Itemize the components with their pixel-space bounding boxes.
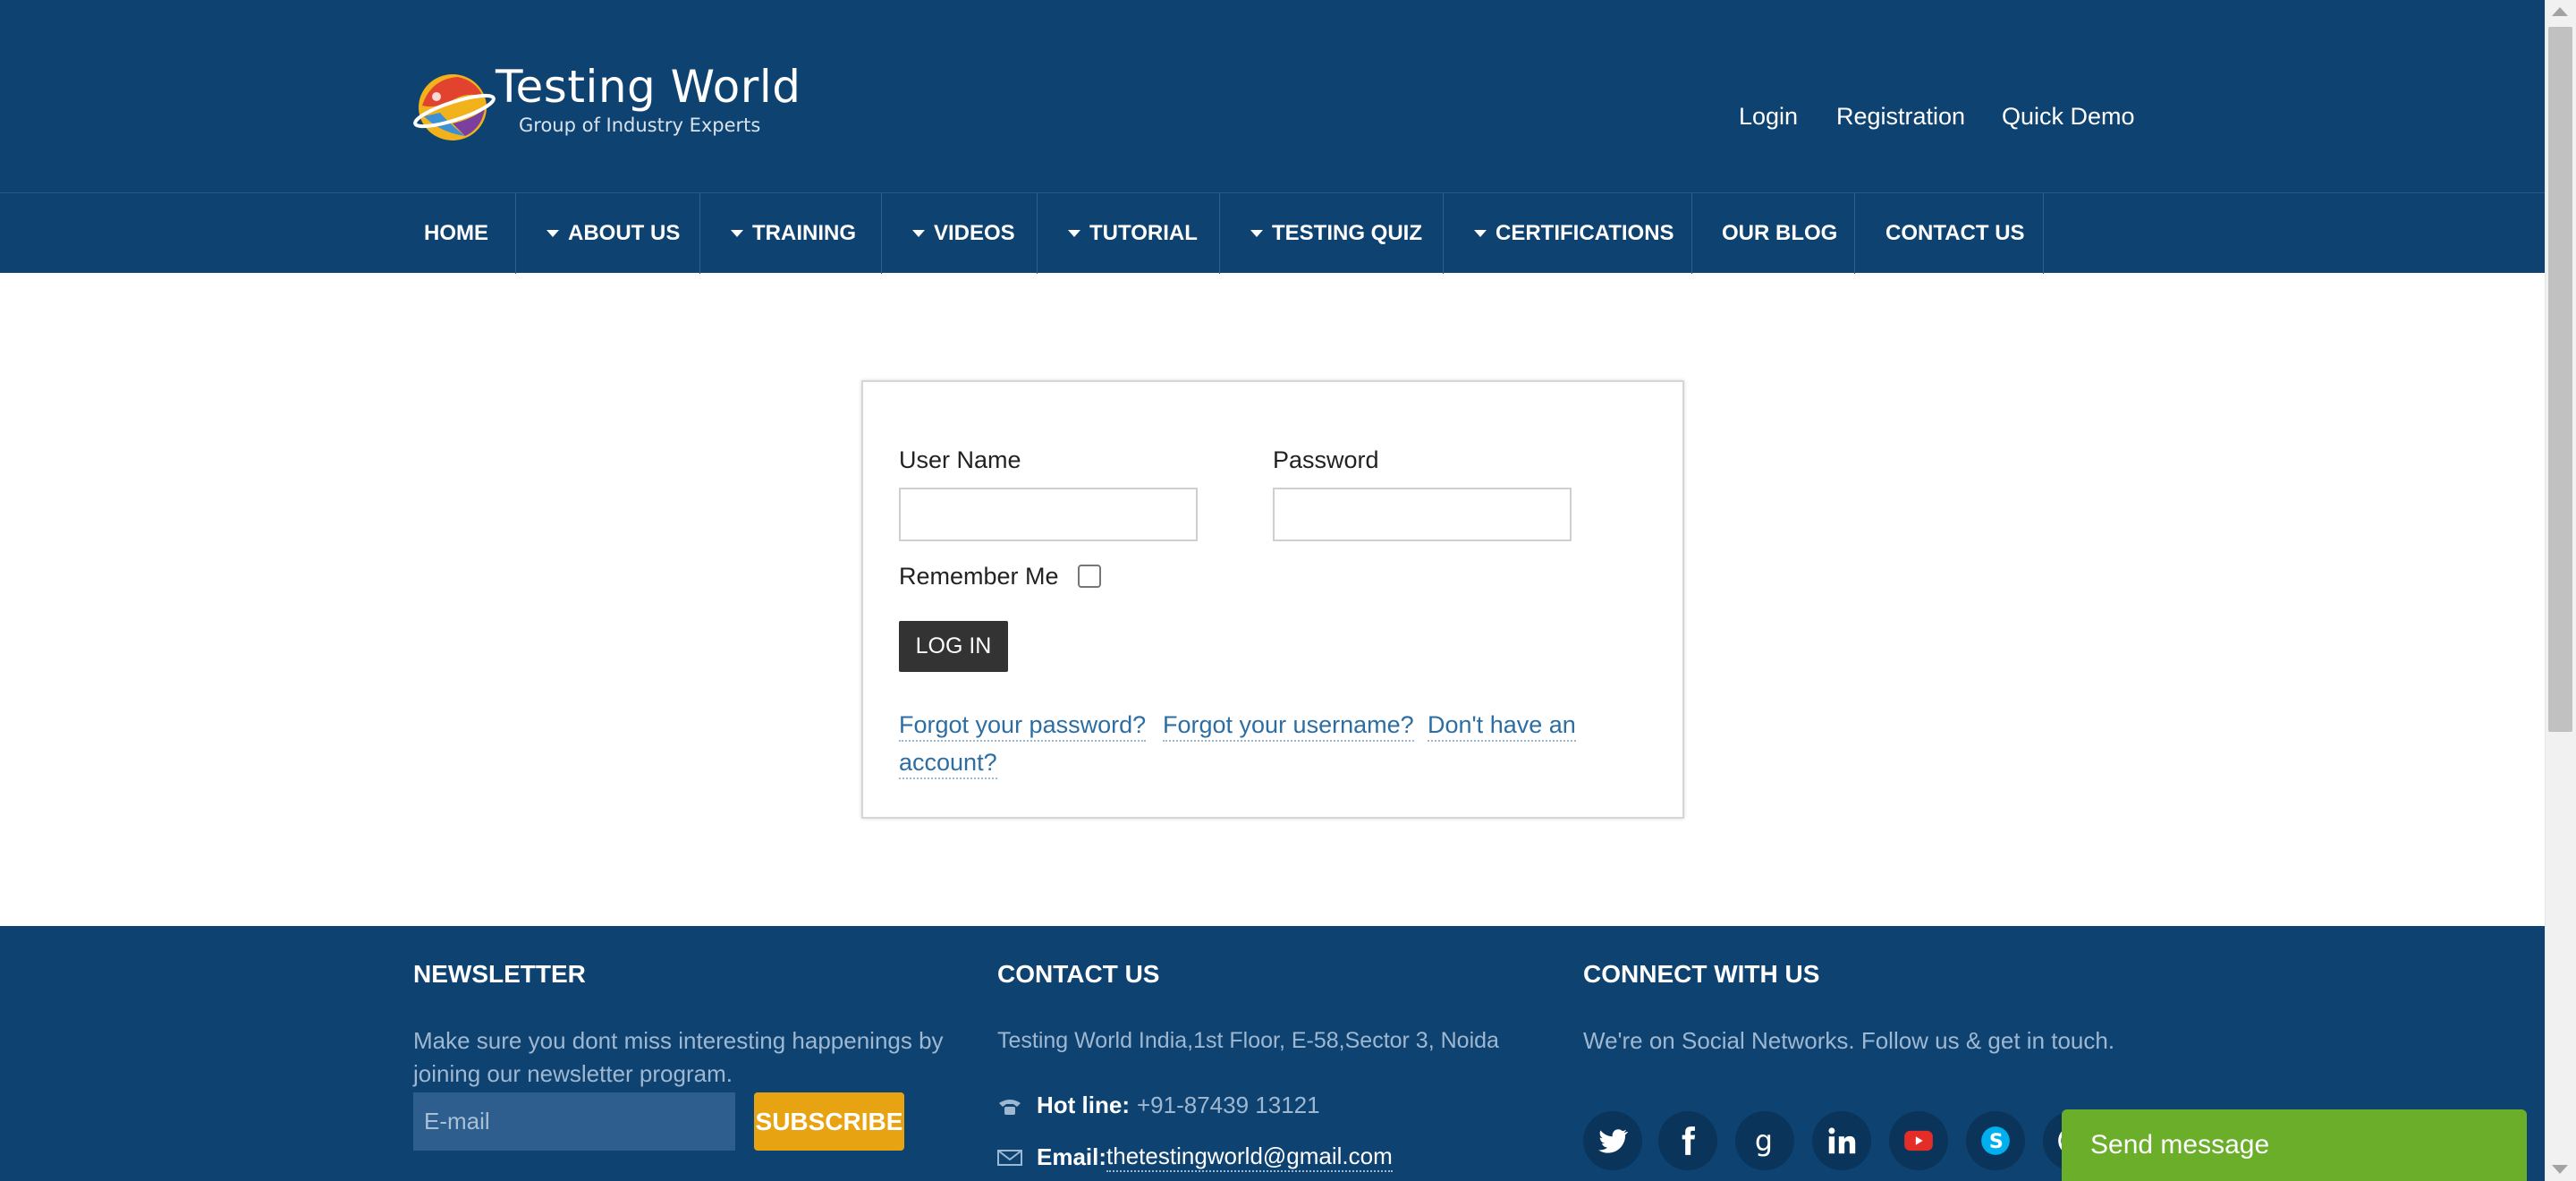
nav-tutorial[interactable]: TUTORIAL	[1038, 193, 1220, 274]
site-logo[interactable]: Testing World Group of Industry Experts	[413, 59, 801, 149]
linkedin-icon[interactable]	[1812, 1111, 1871, 1170]
nav-contact-us[interactable]: CONTACT US	[1855, 193, 2044, 274]
send-message-widget[interactable]: Send message	[2062, 1109, 2527, 1181]
remember-me-label: Remember Me	[899, 563, 1059, 590]
nav-our-blog-label: OUR BLOG	[1722, 221, 1838, 245]
nav-home-label: HOME	[424, 221, 488, 245]
site-header: Testing World Group of Industry Experts …	[0, 0, 2545, 192]
username-input[interactable]	[899, 488, 1198, 541]
registration-link[interactable]: Registration	[1836, 103, 1965, 131]
twitter-icon[interactable]	[1583, 1111, 1642, 1170]
password-label: Password	[1273, 446, 1379, 473]
nav-videos-label: VIDEOS	[934, 221, 1015, 245]
nav-training[interactable]: TRAINING	[700, 193, 882, 274]
logo-subtitle: Group of Industry Experts	[519, 115, 761, 136]
hotline-line: Hot line: +91-87439 13121	[997, 1092, 1320, 1119]
phone-icon	[999, 1099, 1021, 1115]
nav-testing-quiz[interactable]: TESTING QUIZ	[1220, 193, 1444, 274]
forgot-password-link[interactable]: Forgot your password?	[899, 709, 1147, 742]
globe-logo-icon	[413, 74, 496, 140]
nav-contact-us-label: CONTACT US	[1885, 221, 2025, 245]
username-label: User Name	[899, 446, 1021, 473]
caret-down-icon	[1474, 230, 1487, 237]
connect-text: We're on Social Networks. Follow us & ge…	[1583, 1027, 2115, 1054]
login-button[interactable]: LOG IN	[899, 621, 1008, 672]
nav-our-blog[interactable]: OUR BLOG	[1692, 193, 1855, 274]
skype-icon[interactable]: S	[1966, 1111, 2025, 1170]
login-link[interactable]: Login	[1739, 103, 1798, 131]
scroll-down-icon[interactable]	[2552, 1165, 2568, 1174]
nav-home[interactable]: HOME	[413, 193, 516, 274]
register-link-line2[interactable]: account?	[899, 747, 997, 779]
nav-about-us-label: ABOUT US	[568, 221, 681, 245]
forgot-username-link[interactable]: Forgot your username?	[1163, 709, 1414, 742]
connect-heading: CONNECT WITH US	[1583, 960, 1820, 988]
svg-text:S: S	[1989, 1130, 2004, 1153]
email-label: Email:	[1037, 1143, 1107, 1170]
newsletter-heading: NEWSLETTER	[413, 960, 586, 988]
facebook-icon[interactable]	[1658, 1111, 1717, 1170]
nav-certifications[interactable]: CERTIFICATIONS	[1444, 193, 1692, 274]
remember-me-checkbox[interactable]	[1078, 565, 1101, 588]
nav-testing-quiz-label: TESTING QUIZ	[1272, 221, 1422, 245]
contact-address: Testing World India,1st Floor, E-58,Sect…	[997, 1028, 1499, 1053]
caret-down-icon	[1068, 230, 1080, 237]
newsletter-email-input[interactable]: E-mail	[413, 1092, 735, 1151]
nav-tutorial-label: TUTORIAL	[1089, 221, 1198, 245]
caret-down-icon	[1250, 230, 1263, 237]
scrollbar-thumb[interactable]	[2548, 27, 2572, 732]
logo-title: Testing World	[496, 61, 801, 113]
password-input[interactable]	[1273, 488, 1572, 541]
scroll-up-icon[interactable]	[2552, 7, 2568, 16]
caret-down-icon	[912, 230, 925, 237]
nav-videos[interactable]: VIDEOS	[882, 193, 1038, 274]
subscribe-button[interactable]: SUBSCRIBE	[754, 1092, 904, 1151]
main-nav: HOME ABOUT US TRAINING VIDEOS TUTORIAL T…	[0, 192, 2545, 274]
email-line: Email: thetestingworld@gmail.com	[997, 1143, 1393, 1172]
hotline-value: +91-87439 13121	[1137, 1092, 1320, 1118]
nav-certifications-label: CERTIFICATIONS	[1496, 221, 1674, 245]
google-icon[interactable]: g	[1735, 1111, 1794, 1170]
email-link[interactable]: thetestingworld@gmail.com	[1106, 1143, 1393, 1172]
register-link-line1[interactable]: Don't have an	[1428, 709, 1576, 742]
login-form: User Name Password Remember Me LOG IN Fo…	[861, 380, 1684, 819]
quick-demo-link[interactable]: Quick Demo	[2002, 103, 2135, 131]
svg-text:g: g	[1755, 1126, 1773, 1158]
caret-down-icon	[547, 230, 559, 237]
caret-down-icon	[731, 230, 743, 237]
hotline-label: Hot line:	[1037, 1092, 1130, 1118]
mail-icon	[997, 1149, 1022, 1166]
nav-about-us[interactable]: ABOUT US	[516, 193, 700, 274]
contact-heading: CONTACT US	[997, 960, 1160, 988]
youtube-icon[interactable]	[1889, 1111, 1948, 1170]
newsletter-text: Make sure you dont miss interesting happ…	[413, 1027, 944, 1087]
nav-training-label: TRAINING	[752, 221, 856, 245]
